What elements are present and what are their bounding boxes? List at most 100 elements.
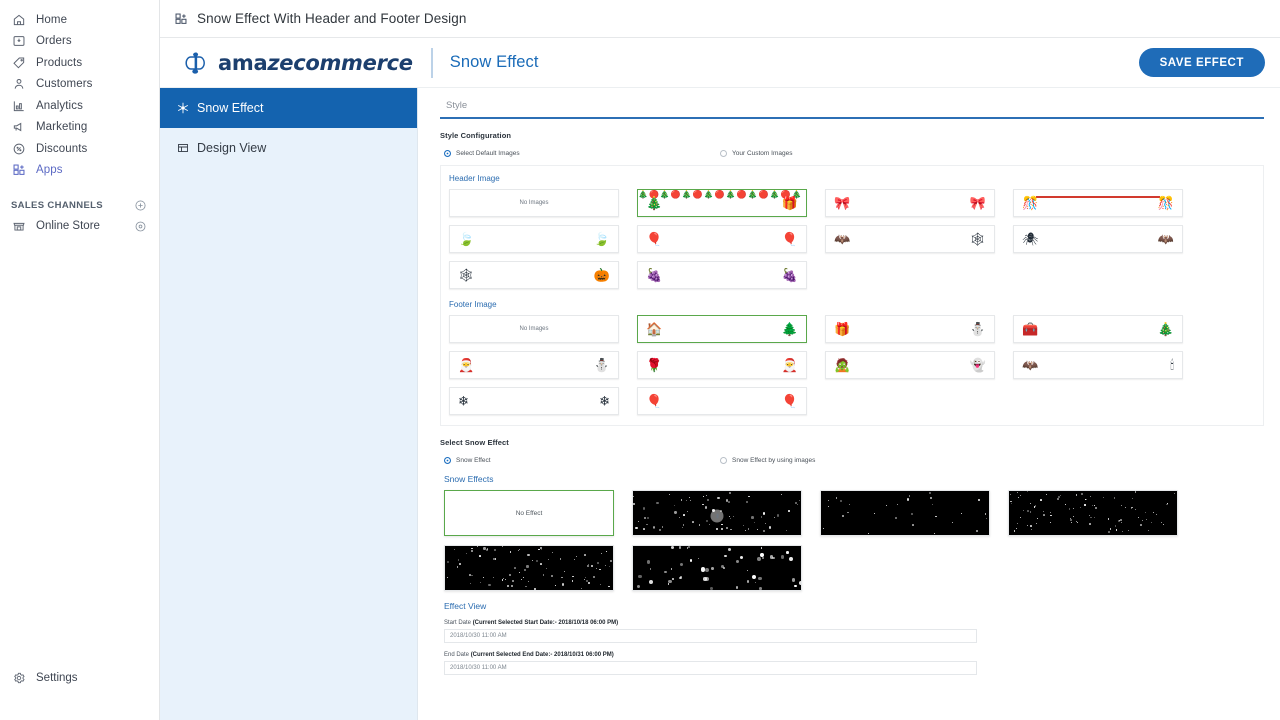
image-thumbnail[interactable]: ❄ ❄ bbox=[449, 387, 619, 415]
snowflakes-decoration bbox=[1009, 491, 1177, 535]
sidebar-item-online-store[interactable]: Online Store bbox=[0, 214, 159, 238]
garland-decoration: 🎄🔴🎄🔴🎄🔴🎄🔴🎄🔴🎄🔴🎄🔴🎄 bbox=[638, 190, 803, 199]
tab-style[interactable]: Style bbox=[440, 96, 1264, 119]
thumbnail-right-decoration: ❄ bbox=[599, 393, 610, 409]
sidebar-item-customers[interactable]: Customers bbox=[0, 74, 159, 96]
effect-view-title: Effect View bbox=[444, 601, 487, 611]
subnav-item-label: Design View bbox=[197, 141, 267, 155]
thumbnail-left-decoration: 🦇 bbox=[1022, 357, 1039, 373]
snow-effect-thumbnail[interactable] bbox=[632, 545, 802, 591]
image-thumbnail[interactable]: 🧰 🎄 bbox=[1013, 315, 1183, 343]
loading-spinner-icon bbox=[710, 509, 724, 523]
image-thumbnail[interactable]: 🦇 🕯 bbox=[1013, 351, 1183, 379]
eye-icon[interactable] bbox=[134, 220, 147, 233]
start-date-label-prefix: Start Date bbox=[444, 620, 473, 626]
megaphone-icon bbox=[11, 120, 26, 135]
thumbnail-left-decoration: 🍇 bbox=[646, 267, 663, 283]
images-panel: Header Image No Images 🎄🔴🎄🔴🎄🔴🎄🔴🎄🔴🎄🔴🎄🔴🎄 🎄 🎁 🎀… bbox=[440, 165, 1264, 426]
thumbnail-left-decoration: 🧟 bbox=[834, 357, 851, 373]
radio-snow-effect[interactable]: Snow Effect bbox=[440, 457, 720, 464]
image-thumbnail[interactable]: 🍃 🍃 bbox=[449, 225, 619, 253]
home-icon bbox=[11, 12, 26, 27]
style-configuration-label: Style Configuration bbox=[440, 131, 512, 140]
brand-name-italic: zecommerce bbox=[267, 50, 413, 75]
end-date-input[interactable]: 2018/10/30 11:00 AM bbox=[444, 661, 977, 675]
sidebar-item-label: Settings bbox=[36, 672, 78, 684]
image-thumbnail[interactable]: No Images bbox=[449, 315, 619, 343]
radio-label: Select Default Images bbox=[456, 150, 520, 157]
thumbnail-left-decoration: 🎅 bbox=[458, 357, 475, 373]
image-thumbnail[interactable]: 🕸 🎃 bbox=[449, 261, 619, 289]
radio-your-custom-images[interactable]: Your Custom Images bbox=[720, 150, 792, 157]
image-thumbnail[interactable]: 🕷 🦇 bbox=[1013, 225, 1183, 253]
bar-chart-icon bbox=[11, 98, 26, 113]
subnav-item-snow-effect[interactable]: Snow Effect bbox=[160, 88, 417, 128]
gear-icon bbox=[11, 671, 26, 686]
snow-effect-thumbnail[interactable] bbox=[444, 545, 614, 591]
sidebar-item-orders[interactable]: Orders bbox=[0, 31, 159, 53]
radio-snow-effect-by-images[interactable]: Snow Effect by using images bbox=[720, 457, 815, 464]
start-date-input[interactable]: 2018/10/30 11:00 AM bbox=[444, 629, 977, 643]
thumbnail-right-decoration: 🎁 bbox=[781, 195, 798, 211]
radio-dot-icon bbox=[444, 150, 451, 157]
thumbnail-left-decoration: ❄ bbox=[458, 393, 469, 409]
breadcrumb-bar: Snow Effect With Header and Footer Desig… bbox=[160, 0, 1280, 38]
snow-effect-thumbnail[interactable] bbox=[1008, 490, 1178, 536]
image-thumbnail[interactable]: 🎀 🎀 bbox=[825, 189, 995, 217]
thumbnail-right-decoration: 🕸 bbox=[969, 231, 986, 247]
thumbnail-right-decoration: 🕯 bbox=[1170, 357, 1174, 373]
thumbnail-left-decoration: 🍃 bbox=[458, 231, 475, 247]
snow-effect-thumbnail[interactable]: No Effect bbox=[444, 490, 614, 536]
effect-view-section: Effect View Start Date (Current Selected… bbox=[440, 601, 1264, 675]
image-thumbnail[interactable]: 🎈 🎈 bbox=[637, 225, 807, 253]
thumbnail-right-decoration: 🎈 bbox=[781, 393, 798, 409]
app-subnav: Snow Effect Design View bbox=[160, 88, 418, 720]
image-thumbnail[interactable]: 🏠 🌲 bbox=[637, 315, 807, 343]
snow-effect-thumbnail[interactable] bbox=[820, 490, 990, 536]
sidebar-item-label: Home bbox=[36, 13, 68, 26]
brand[interactable]: amazecommerce bbox=[175, 50, 413, 76]
start-date-current-value: (Current Selected Start Date:- 2018/10/1… bbox=[472, 620, 619, 626]
sidebar-item-products[interactable]: Products bbox=[0, 52, 159, 74]
sidebar-item-label: Online Store bbox=[36, 220, 100, 232]
sidebar-item-home[interactable]: Home bbox=[0, 9, 159, 31]
no-effect-label: No Effect bbox=[515, 509, 543, 517]
sidebar-item-settings[interactable]: Settings bbox=[0, 667, 89, 689]
radio-select-default-images[interactable]: Select Default Images bbox=[440, 150, 720, 157]
thumbnail-right-decoration: 🎈 bbox=[781, 231, 798, 247]
save-effect-button[interactable]: SAVE EFFECT bbox=[1138, 48, 1265, 77]
thumbnail-right-decoration: 🌲 bbox=[781, 321, 798, 337]
image-thumbnail[interactable]: 🎊 🎊 bbox=[1013, 189, 1183, 217]
sidebar-item-apps[interactable]: Apps bbox=[0, 160, 159, 182]
thumbnail-right-decoration: ⛄ bbox=[969, 321, 986, 337]
image-thumbnail[interactable]: 🍇 🍇 bbox=[637, 261, 807, 289]
thumbnail-left-decoration: 🎄 bbox=[646, 195, 663, 211]
snowflakes-decoration bbox=[445, 546, 613, 590]
sidebar-item-label: Analytics bbox=[36, 99, 83, 112]
image-thumbnail[interactable]: 🌹 🎅 bbox=[637, 351, 807, 379]
radio-dot-icon bbox=[720, 457, 727, 464]
plus-circle-icon[interactable] bbox=[134, 199, 147, 212]
thumbnail-right-decoration: 🎊 bbox=[1157, 195, 1174, 211]
image-thumbnail[interactable]: 🎅 ⛄ bbox=[449, 351, 619, 379]
thumbnail-left-decoration: 🎊 bbox=[1022, 195, 1039, 211]
start-date-label: Start Date (Current Selected Start Date:… bbox=[444, 620, 1264, 626]
main-region: Snow Effect With Header and Footer Desig… bbox=[160, 0, 1280, 720]
thumbnail-left-decoration: 🦇 bbox=[834, 231, 851, 247]
sidebar-item-analytics[interactable]: Analytics bbox=[0, 95, 159, 117]
sidebar-item-label: Discounts bbox=[36, 142, 88, 155]
sidebar-item-marketing[interactable]: Marketing bbox=[0, 117, 159, 139]
image-thumbnail[interactable]: 🎄🔴🎄🔴🎄🔴🎄🔴🎄🔴🎄🔴🎄🔴🎄 🎄 🎁 bbox=[637, 189, 807, 217]
image-thumbnail[interactable]: No Images bbox=[449, 189, 619, 217]
snow-effects-title: Snow Effects bbox=[444, 474, 494, 484]
image-thumbnail[interactable]: 🧟 👻 bbox=[825, 351, 995, 379]
image-source-radio-group: Select Default Images Your Custom Images bbox=[440, 150, 1264, 157]
image-thumbnail[interactable]: 🎁 ⛄ bbox=[825, 315, 995, 343]
image-thumbnail[interactable]: 🦇 🕸 bbox=[825, 225, 995, 253]
subnav-item-design-view[interactable]: Design View bbox=[160, 128, 417, 168]
amazecommerce-logo-icon bbox=[183, 50, 209, 76]
snow-effect-thumbnail[interactable] bbox=[632, 490, 802, 536]
end-date-label-prefix: End Date bbox=[444, 652, 471, 658]
image-thumbnail[interactable]: 🎈 🎈 bbox=[637, 387, 807, 415]
sidebar-item-discounts[interactable]: Discounts bbox=[0, 138, 159, 160]
